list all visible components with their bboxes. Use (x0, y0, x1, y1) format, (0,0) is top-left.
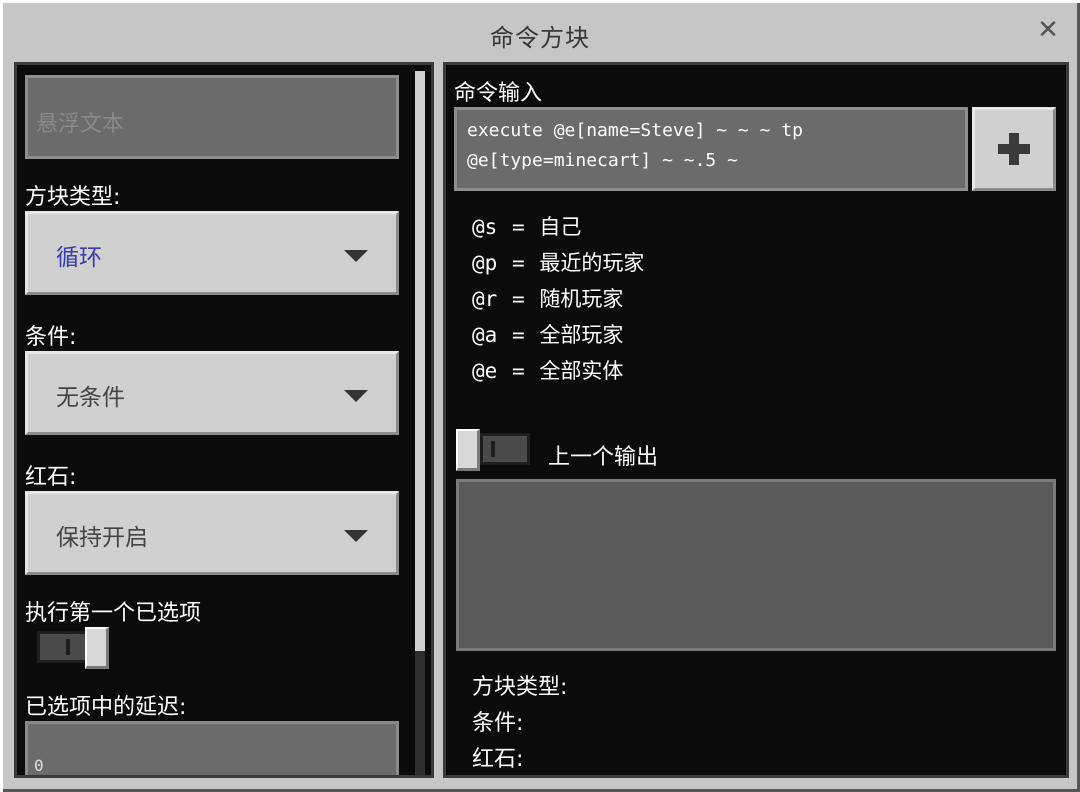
hover-text-placeholder: 悬浮文本 (36, 112, 125, 137)
selector-key: @e (472, 359, 498, 383)
selector-separator: = (511, 323, 525, 347)
redstone-label: 红石: (25, 465, 77, 490)
block-type-dropdown[interactable]: 循环 (25, 211, 399, 295)
title-bar: 命令方块 ✕ (0, 0, 1080, 62)
selector-row: @a = 全部玩家 (472, 319, 623, 349)
close-icon[interactable]: ✕ (1034, 16, 1062, 44)
previous-output-toggle[interactable] (480, 433, 530, 465)
redstone-dropdown[interactable]: 保持开启 (25, 491, 399, 575)
selector-key: @a (472, 323, 498, 347)
command-block-window: 命令方块 ✕ 悬浮文本 方块类型: 循环 条件: 无条件 红石: 保持开启 执行… (0, 0, 1080, 792)
selector-separator: = (511, 251, 525, 275)
selector-row: @e = 全部实体 (472, 355, 623, 385)
delay-value: 0 (34, 756, 44, 775)
selector-key: @p (472, 251, 498, 275)
delay-input[interactable]: 0 (25, 721, 399, 775)
toggle-indicator (491, 441, 495, 457)
plus-icon (998, 133, 1030, 165)
command-line-2: @e[type=minecart] ~ ~.5 ~ (467, 150, 738, 171)
execute-first-label: 执行第一个已选项 (25, 601, 202, 626)
delay-label: 已选项中的延迟: (25, 695, 187, 720)
selector-description: 自己 (539, 215, 582, 239)
toggle-indicator (66, 639, 70, 655)
selector-separator: = (511, 359, 525, 383)
selector-description: 全部玩家 (539, 323, 624, 347)
chevron-down-icon (344, 390, 368, 402)
toggle-knob[interactable] (456, 429, 480, 471)
condition-label: 条件: (25, 325, 77, 350)
selector-description: 随机玩家 (539, 287, 624, 311)
previous-output-box (456, 479, 1056, 651)
settings-panel: 悬浮文本 方块类型: 循环 条件: 无条件 红石: 保持开启 执行第一个已选项 … (14, 62, 434, 778)
previous-output-label: 上一个输出 (548, 445, 659, 470)
selector-row: @r = 随机玩家 (472, 283, 623, 313)
summary-condition: 条件: (472, 711, 524, 736)
add-command-button[interactable] (972, 107, 1056, 191)
hover-text-input[interactable]: 悬浮文本 (25, 75, 399, 159)
summary-block-type: 方块类型: (472, 675, 568, 700)
condition-dropdown[interactable]: 无条件 (25, 351, 399, 435)
command-input[interactable]: execute @e[name=Steve] ~ ~ ~ tp @e[type=… (454, 107, 968, 191)
toggle-knob[interactable] (85, 627, 109, 669)
redstone-value: 保持开启 (56, 525, 148, 551)
selector-key: @r (472, 287, 498, 311)
chevron-down-icon (344, 530, 368, 542)
command-panel: 命令输入 execute @e[name=Steve] ~ ~ ~ tp @e[… (443, 62, 1069, 778)
summary-redstone: 红石: (472, 747, 524, 772)
selector-separator: = (511, 287, 525, 311)
selector-separator: = (511, 215, 525, 239)
window-title: 命令方块 (490, 24, 590, 52)
block-type-value: 循环 (56, 245, 102, 271)
selector-row: @p = 最近的玩家 (472, 247, 644, 277)
scrollbar-thumb[interactable] (415, 71, 425, 651)
block-type-label: 方块类型: (25, 185, 121, 210)
selector-row: @s = 自己 (472, 211, 581, 241)
selector-description: 全部实体 (539, 359, 624, 383)
command-input-label: 命令输入 (454, 81, 543, 106)
condition-value: 无条件 (56, 385, 125, 411)
selector-description: 最近的玩家 (539, 251, 645, 275)
command-line-1: execute @e[name=Steve] ~ ~ ~ tp (467, 120, 803, 141)
selector-key: @s (472, 215, 498, 239)
chevron-down-icon (344, 250, 368, 262)
